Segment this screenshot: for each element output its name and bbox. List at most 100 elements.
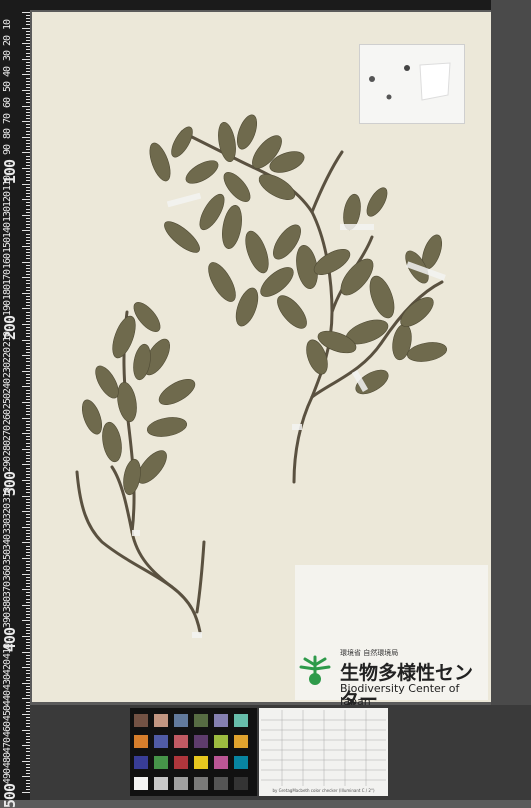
ruler-number: 280 (2, 441, 13, 457)
ruler-tick (26, 111, 30, 113)
seed-packet (359, 44, 465, 124)
ruler-tick (26, 30, 30, 32)
ruler-tick (26, 205, 30, 207)
ruler-tick (26, 283, 30, 285)
leaf-logo-icon (299, 655, 331, 685)
ruler-number: 380 (2, 597, 13, 613)
ruler-tick (26, 242, 30, 244)
ruler-tick (26, 685, 30, 687)
ruler-tick (26, 430, 30, 432)
ruler-tick (22, 246, 30, 247)
ruler-number: 110 (2, 176, 13, 192)
ruler-tick (26, 445, 30, 447)
ruler-tick (22, 355, 30, 357)
ruler-tick (22, 760, 30, 762)
ruler-tick (26, 648, 30, 650)
ruler-number: 80 (2, 129, 13, 140)
ruler-tick (26, 664, 30, 666)
ruler-tick (26, 36, 30, 38)
ruler-tick (22, 464, 30, 466)
ruler-tick (26, 143, 30, 145)
ruler-tick (26, 361, 30, 363)
ruler-tick (26, 345, 30, 347)
ruler-tick (26, 149, 30, 151)
color-patch (194, 714, 208, 727)
ruler-tick (26, 617, 30, 619)
ruler-number: 470 (2, 737, 13, 753)
ruler-tick (22, 324, 30, 325)
ruler-tick (26, 483, 30, 485)
ruler-number: 50 (2, 82, 13, 93)
color-patch (154, 735, 168, 748)
ruler-tick (26, 470, 30, 472)
ruler-tick (26, 405, 30, 407)
ruler-tick (26, 436, 30, 438)
ruler-tick (26, 592, 30, 594)
ruler-tick (26, 501, 30, 503)
ruler-tick (26, 127, 30, 129)
ruler-tick (26, 236, 30, 238)
ruler-number: 390 (2, 612, 13, 628)
ruler-tick (22, 651, 30, 653)
color-patch (134, 735, 148, 748)
ruler-tick (26, 52, 30, 54)
ruler-tick (22, 745, 30, 747)
color-patch (154, 777, 168, 790)
ruler-tick (26, 536, 30, 538)
ruler-tick (26, 570, 30, 572)
ruler-tick (26, 21, 30, 23)
ruler-tick (26, 118, 30, 120)
ruler-tick (26, 486, 30, 488)
ruler-tick (26, 554, 30, 556)
ruler-tick (26, 208, 30, 210)
measuring-ruler: 10 20 30 40 50 60 70 80 90 100 110 120 130 140 150 160 1… (0, 0, 30, 808)
ruler-tick (22, 168, 30, 169)
ruler-tick (26, 299, 30, 301)
ruler-tick (22, 136, 30, 138)
ruler-tick (26, 221, 30, 223)
ruler-number: 160 (2, 254, 13, 270)
ruler-tick (26, 414, 30, 416)
ruler-tick (26, 86, 30, 88)
ruler-tick (26, 108, 30, 110)
ruler-number: 320 (2, 503, 13, 519)
ruler-number: 370 (2, 581, 13, 597)
color-patch (154, 756, 168, 769)
ruler-tick (22, 682, 30, 684)
ruler-tick (22, 698, 30, 700)
ruler-tick (26, 65, 30, 67)
color-patch (234, 777, 248, 790)
ruler-tick (26, 280, 30, 282)
seed-packet-contents (369, 62, 451, 101)
ruler-tick (22, 729, 30, 731)
ruler-tick (22, 589, 30, 591)
ruler-tick (26, 258, 30, 260)
ruler-tick (22, 105, 30, 107)
ruler-tick (26, 426, 30, 428)
ruler-tick (26, 189, 30, 191)
ruler-number: 440 (2, 690, 13, 706)
ruler-number: 410 (2, 644, 13, 660)
ruler-tick (26, 317, 30, 319)
ruler-tick (22, 604, 30, 606)
ruler-tick (26, 305, 30, 307)
ruler-number: 190 (2, 300, 13, 316)
ruler-number: 260 (2, 410, 13, 426)
ruler-tick (26, 130, 30, 132)
color-patch (214, 735, 228, 748)
ruler-tick (26, 439, 30, 441)
ruler-tick (26, 476, 30, 478)
ruler-tick (26, 514, 30, 516)
ruler-number: 430 (2, 675, 13, 691)
ruler-tick (26, 177, 30, 179)
ruler-tick (26, 489, 30, 491)
ruler-tick (26, 545, 30, 547)
ruler-tick (26, 77, 30, 79)
ruler-tick (26, 398, 30, 400)
ruler-tick (26, 233, 30, 235)
color-patch (194, 735, 208, 748)
ruler-tick (26, 227, 30, 229)
ruler-number: 180 (2, 285, 13, 301)
ruler-tick (26, 561, 30, 563)
ruler-number: 340 (2, 534, 13, 550)
